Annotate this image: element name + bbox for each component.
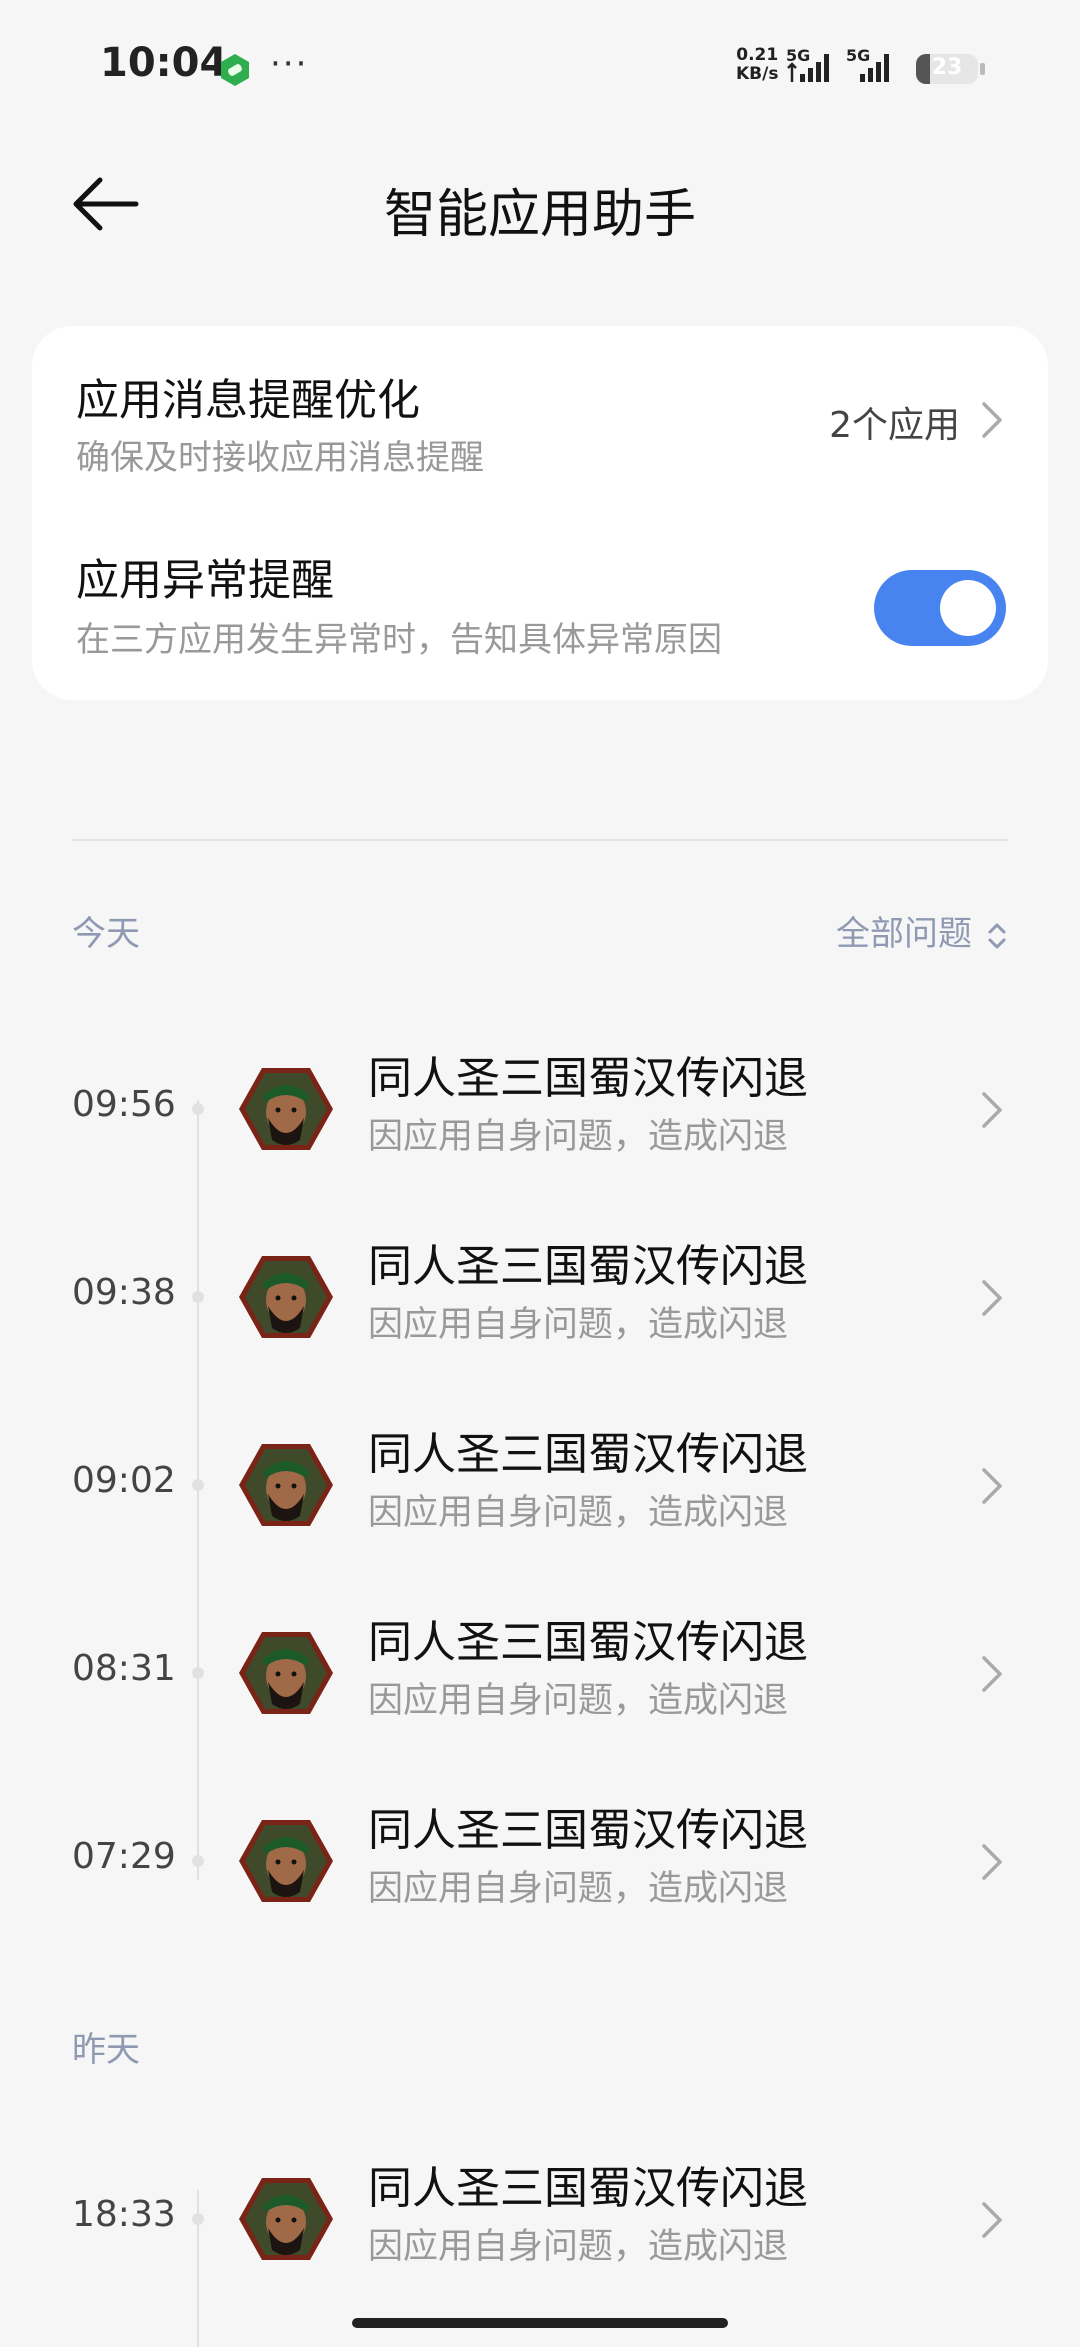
status-bar: 10:04 ··· 0.21 KB/s 5G 5G 23 (0, 0, 1080, 130)
issue-desc: 因应用自身问题，造成闪退 (368, 1869, 789, 1909)
notify-optimization-count: 2个应用 (829, 405, 960, 446)
notification-app-icon (221, 54, 249, 86)
battery-percent: 23 (931, 55, 963, 80)
notify-optimization-row[interactable]: 应用消息提醒优化 确保及时接收应用消息提醒 2个应用 (32, 326, 1048, 516)
issue-title: 同人圣三国蜀汉传闪退 (368, 1805, 808, 1856)
network-speed-value: 0.21 (736, 45, 779, 65)
abnormal-alert-row: 应用异常提醒 在三方应用发生异常时，告知具体异常原因 (32, 516, 1048, 700)
divider (72, 839, 1008, 841)
game-avatar-icon (239, 1632, 333, 1714)
network-speed-unit: KB/s (736, 64, 779, 84)
timeline-dot (192, 1479, 204, 1491)
issue-desc: 因应用自身问题，造成闪退 (368, 1305, 789, 1345)
issue-title: 同人圣三国蜀汉传闪退 (368, 1241, 808, 1292)
issue-desc: 因应用自身问题，造成闪退 (368, 1493, 789, 1533)
chevron-right-icon (982, 1844, 1002, 1880)
chevron-right-icon (982, 402, 1002, 438)
sim1-signal: 5G (786, 46, 846, 86)
issue-list-item[interactable]: 09:56 同人圣三国蜀汉传闪退因应用自身问题，造成闪退 (0, 1030, 1080, 1190)
issue-list-item[interactable]: 09:02 同人圣三国蜀汉传闪退因应用自身问题，造成闪退 (0, 1406, 1080, 1566)
game-avatar-icon (239, 2178, 333, 2260)
filter-label: 全部问题 (836, 914, 972, 954)
issue-title: 同人圣三国蜀汉传闪退 (368, 1617, 808, 1668)
chevron-right-icon (982, 1280, 1002, 1316)
chevron-right-icon (982, 2202, 1002, 2238)
issue-desc: 因应用自身问题，造成闪退 (368, 1681, 789, 1721)
issue-list-item[interactable]: 08:31 同人圣三国蜀汉传闪退因应用自身问题，造成闪退 (0, 1594, 1080, 1754)
issue-title: 同人圣三国蜀汉传闪退 (368, 1429, 808, 1480)
issue-title: 同人圣三国蜀汉传闪退 (368, 1053, 808, 1104)
page-title: 智能应用助手 (383, 185, 696, 245)
chevron-right-icon (982, 1468, 1002, 1504)
issue-desc: 因应用自身问题，造成闪退 (368, 2227, 789, 2267)
game-avatar-icon (239, 1444, 333, 1526)
timeline-dot (192, 1667, 204, 1679)
issue-time: 09:38 (72, 1272, 176, 1313)
abnormal-alert-desc: 在三方应用发生异常时，告知具体异常原因 (76, 620, 722, 660)
chevron-right-icon (982, 1656, 1002, 1692)
sim1-signal-bars-icon (787, 54, 829, 82)
filter-dropdown[interactable]: 全部问题 (836, 906, 1008, 955)
issue-title: 同人圣三国蜀汉传闪退 (368, 2163, 808, 2214)
more-notifications-icon: ··· (270, 44, 309, 84)
network-speed: 0.21 KB/s (736, 46, 778, 84)
game-avatar-icon (239, 1820, 333, 1902)
issue-time: 09:56 (72, 1084, 176, 1125)
battery-tip (980, 63, 985, 75)
issue-time: 07:29 (72, 1836, 176, 1877)
issue-list-item[interactable]: 07:29 同人圣三国蜀汉传闪退因应用自身问题，造成闪退 (0, 1782, 1080, 1942)
issue-time: 08:31 (72, 1648, 176, 1689)
abnormal-alert-toggle[interactable] (874, 570, 1006, 646)
issue-list-item[interactable]: 18:33 同人圣三国蜀汉传闪退因应用自身问题，造成闪退 (0, 2140, 1080, 2300)
status-time: 10:04 (100, 40, 228, 86)
sim2-signal: 5G (846, 46, 906, 86)
abnormal-alert-title: 应用异常提醒 (76, 556, 334, 606)
game-avatar-icon (239, 1256, 333, 1338)
issue-time: 09:02 (72, 1460, 176, 1501)
battery-icon: 23 (916, 54, 978, 84)
timeline-dot (192, 2213, 204, 2225)
header: 智能应用助手 (0, 150, 1080, 260)
toggle-knob (940, 580, 996, 636)
chevron-up-down-icon (988, 923, 1006, 948)
game-avatar-icon (239, 1068, 333, 1150)
chevron-right-icon (982, 1092, 1002, 1128)
timeline-dot (192, 1855, 204, 1867)
notify-optimization-title: 应用消息提醒优化 (76, 376, 420, 426)
sim2-signal-bars-icon (860, 54, 889, 82)
section-label: 昨天 (72, 2030, 140, 2070)
timeline-dot (192, 1103, 204, 1115)
section-label: 今天 (72, 914, 140, 954)
notify-optimization-desc: 确保及时接收应用消息提醒 (76, 438, 484, 478)
home-indicator[interactable] (352, 2318, 728, 2328)
issue-time: 18:33 (72, 2194, 176, 2235)
issue-desc: 因应用自身问题，造成闪退 (368, 1117, 789, 1157)
timeline-dot (192, 1291, 204, 1303)
settings-card: 应用消息提醒优化 确保及时接收应用消息提醒 2个应用 应用异常提醒 在三方应用发… (32, 326, 1048, 700)
issue-list-item[interactable]: 09:38 同人圣三国蜀汉传闪退因应用自身问题，造成闪退 (0, 1218, 1080, 1378)
